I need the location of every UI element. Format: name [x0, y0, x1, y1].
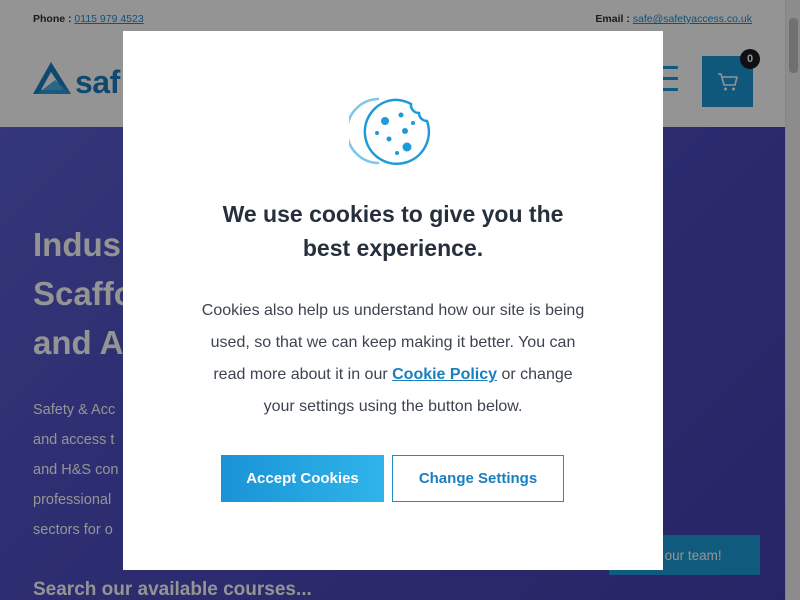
cookie-policy-link[interactable]: Cookie Policy — [392, 366, 497, 383]
body-line-3: read more about it in our Cookie Policy … — [183, 359, 603, 391]
cookie-icon — [349, 97, 431, 166]
cookie-modal-body: Cookies also help us understand how our … — [183, 295, 603, 423]
body-line-2: used, so that we can keep making it bett… — [210, 334, 576, 351]
cookie-consent-modal: We use cookies to give you the best expe… — [123, 31, 663, 570]
body-line-4: your settings using the button below. — [263, 398, 523, 415]
cookie-modal-title: We use cookies to give you the best expe… — [163, 197, 623, 265]
body-line-3-post: or change — [497, 366, 573, 383]
accept-cookies-button[interactable]: Accept Cookies — [221, 455, 384, 502]
change-settings-button[interactable]: Change Settings — [392, 455, 564, 502]
body-line-1: Cookies also help us understand how our … — [201, 302, 585, 319]
body-line-3-pre: read more about it in our — [213, 366, 393, 383]
title-line-2: best experience. — [302, 235, 484, 261]
title-line-1: We use cookies to give you the — [222, 201, 564, 227]
